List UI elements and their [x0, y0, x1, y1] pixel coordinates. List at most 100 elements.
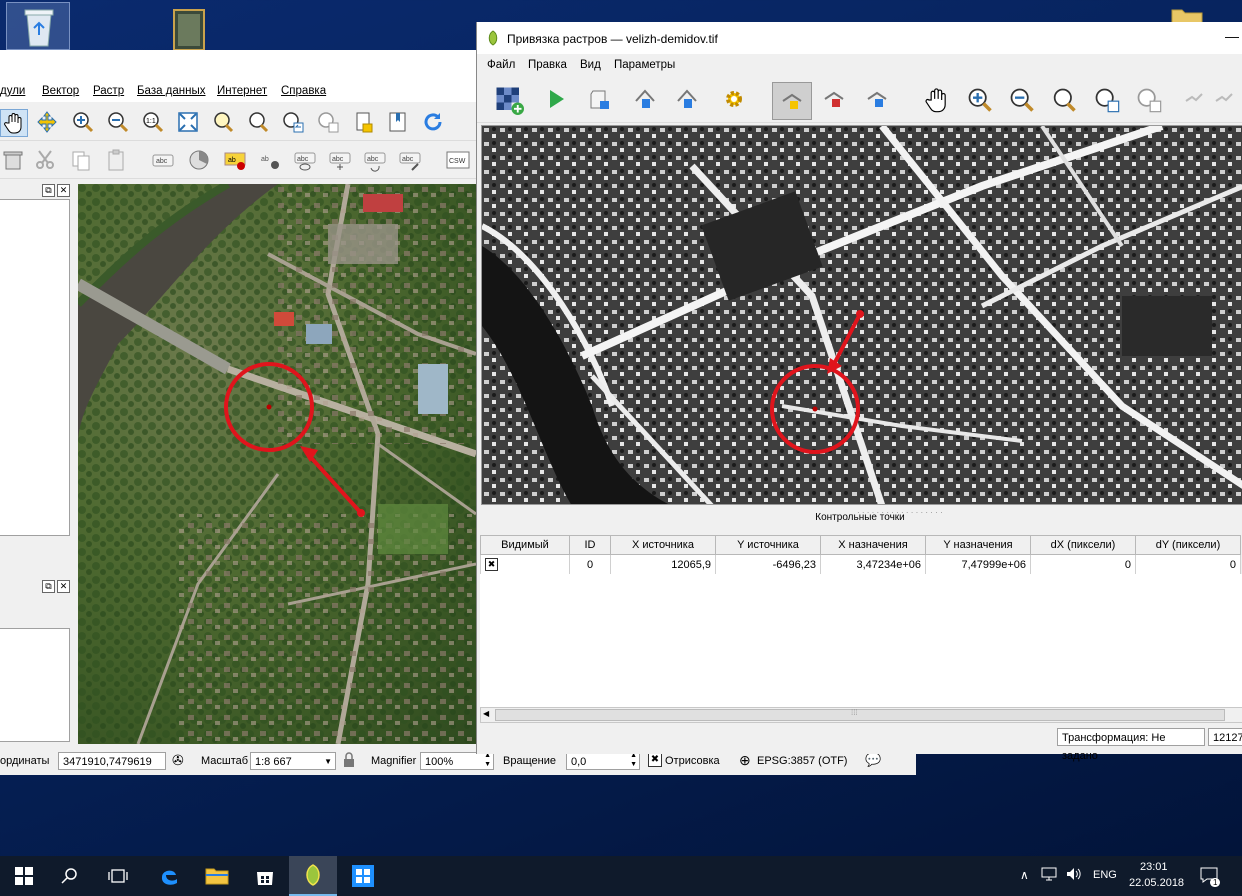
col-y-src[interactable]: Y источника — [715, 535, 821, 555]
close-panel-icon[interactable]: ✕ — [57, 580, 70, 593]
zoom-to-layer-icon[interactable] — [245, 109, 271, 135]
zoom-out-icon[interactable] — [105, 109, 131, 135]
menu-view[interactable]: Вид — [580, 59, 601, 71]
scroll-left-icon[interactable]: ◀ — [483, 709, 489, 718]
pin-label-icon[interactable]: ab — [257, 147, 283, 173]
cell-id[interactable]: 0 — [569, 554, 611, 575]
label-icon[interactable]: abc — [150, 147, 176, 173]
zoom-last-icon[interactable] — [280, 109, 306, 135]
col-y-dst[interactable]: Y назначения — [925, 535, 1031, 555]
save-gcp-icon[interactable] — [674, 86, 700, 112]
map-canvas[interactable] — [78, 184, 476, 744]
horizontal-scrollbar[interactable]: ◀ ⁞⁞⁞ — [480, 707, 1242, 723]
delete-point-icon[interactable] — [821, 86, 847, 112]
menu-raster[interactable]: Растр — [93, 85, 124, 97]
menu-modules[interactable]: дули — [0, 85, 25, 97]
pan-to-selection-icon[interactable] — [34, 109, 60, 135]
refresh-icon[interactable] — [420, 109, 446, 135]
transformation-settings-icon[interactable] — [721, 86, 747, 112]
col-visible[interactable]: Видимый — [480, 535, 570, 555]
menu-file[interactable]: Файл — [487, 59, 515, 71]
cell-y-dst[interactable]: 7,47999e+06 — [925, 554, 1031, 575]
cell-dy[interactable]: 0 — [1135, 554, 1241, 575]
zoom-full-icon[interactable] — [175, 109, 201, 135]
recycle-bin-icon[interactable] — [6, 2, 70, 50]
menu-help[interactable]: Справка — [281, 85, 326, 97]
col-dx[interactable]: dX (пиксели) — [1030, 535, 1136, 555]
add-point-icon[interactable] — [772, 82, 812, 120]
network-icon[interactable] — [1041, 867, 1057, 884]
zoom-out-icon[interactable] — [1006, 84, 1038, 116]
new-bookmark-icon[interactable] — [352, 109, 378, 135]
paste-icon[interactable] — [103, 147, 129, 173]
visible-checkbox[interactable]: ✖ — [485, 558, 498, 571]
start-button[interactable] — [0, 856, 48, 896]
layers-list[interactable] — [0, 199, 70, 536]
zoom-next-icon[interactable] — [1133, 84, 1165, 116]
menu-database[interactable]: База данных — [137, 85, 206, 97]
search-icon[interactable] — [46, 856, 94, 896]
cell-x-src[interactable]: 12065,9 — [610, 554, 716, 575]
menu-settings[interactable]: Параметры — [614, 59, 675, 71]
pan-icon[interactable] — [0, 109, 28, 137]
cut-icon[interactable] — [32, 147, 58, 173]
col-id[interactable]: ID — [569, 535, 611, 555]
language-indicator[interactable]: ENG — [1093, 869, 1117, 881]
scrollbar-thumb[interactable] — [495, 709, 1225, 721]
open-raster-icon[interactable] — [493, 84, 525, 116]
highlight-label-icon[interactable]: ab — [222, 147, 248, 173]
table-row[interactable]: ✖ 0 12065,9 -6496,23 3,47234e+06 7,47999… — [480, 554, 1241, 575]
change-label-icon[interactable]: abc — [397, 147, 423, 173]
windows-app-icon[interactable] — [339, 856, 387, 896]
zoom-next-icon[interactable] — [315, 109, 341, 135]
col-x-src[interactable]: X источника — [610, 535, 716, 555]
chevron-up-icon[interactable]: ∧ — [1020, 868, 1029, 882]
link-qgis-icon[interactable] — [1212, 86, 1238, 112]
rotation-spinbox[interactable]: 0,0 ▲ ▼ — [566, 752, 640, 770]
task-view-icon[interactable] — [94, 856, 142, 896]
cell-dx[interactable]: 0 — [1030, 554, 1136, 575]
float-panel-icon[interactable]: ⧉ — [42, 184, 55, 197]
file-explorer-icon[interactable] — [193, 856, 241, 896]
generate-script-icon[interactable] — [587, 86, 613, 112]
cell-x-dst[interactable]: 3,47234e+06 — [820, 554, 926, 575]
georef-raster-canvas[interactable] — [481, 125, 1242, 505]
close-panel-icon[interactable]: ✕ — [57, 184, 70, 197]
delete-icon[interactable] — [0, 147, 26, 173]
mouse-coords-icon[interactable]: ✇ — [172, 752, 184, 769]
volume-icon[interactable] — [1066, 867, 1082, 884]
lock-icon[interactable] — [343, 752, 355, 771]
csw-icon[interactable]: CSW — [445, 147, 471, 173]
crs-globe-icon[interactable]: ⊕ — [739, 752, 751, 769]
menu-edit[interactable]: Правка — [528, 59, 567, 71]
clock-date[interactable]: 22.05.2018 — [1129, 877, 1184, 889]
qgis-taskbar-icon[interactable] — [289, 856, 337, 896]
menu-internet[interactable]: Интернет — [217, 85, 267, 97]
store-icon[interactable] — [241, 856, 289, 896]
show-bookmarks-icon[interactable] — [385, 109, 411, 135]
col-dy[interactable]: dY (пиксели) — [1135, 535, 1241, 555]
zoom-to-selection-icon[interactable] — [210, 109, 236, 135]
menu-vector[interactable]: Вектор — [42, 85, 79, 97]
cell-y-src[interactable]: -6496,23 — [715, 554, 821, 575]
zoom-native-icon[interactable]: 1:1 — [140, 109, 166, 135]
load-gcp-icon[interactable] — [632, 86, 658, 112]
render-checkbox[interactable]: ✖ — [648, 753, 662, 767]
float-panel-icon[interactable]: ⧉ — [42, 580, 55, 593]
edge-icon[interactable] — [145, 856, 193, 896]
col-x-dst[interactable]: X назначения — [820, 535, 926, 555]
scale-select[interactable]: 1:8 667 ▼ — [250, 752, 336, 770]
clock-time[interactable]: 23:01 — [1140, 861, 1168, 873]
diagram-icon[interactable] — [186, 147, 212, 173]
crs-label[interactable]: EPSG:3857 (OTF) — [757, 755, 847, 767]
minimize-button[interactable]: — — [1225, 28, 1239, 44]
magnifier-spinbox[interactable]: 100% ▲ ▼ — [420, 752, 494, 770]
zoom-in-icon[interactable] — [70, 109, 96, 135]
move-gcp-icon[interactable] — [864, 86, 890, 112]
zoom-to-layer-icon[interactable] — [1048, 84, 1080, 116]
zoom-last-icon[interactable] — [1091, 84, 1123, 116]
move-label-icon[interactable]: abc — [327, 147, 353, 173]
pan-icon[interactable] — [921, 84, 953, 116]
copy-icon[interactable] — [68, 147, 94, 173]
show-hide-label-icon[interactable]: abc — [292, 147, 318, 173]
